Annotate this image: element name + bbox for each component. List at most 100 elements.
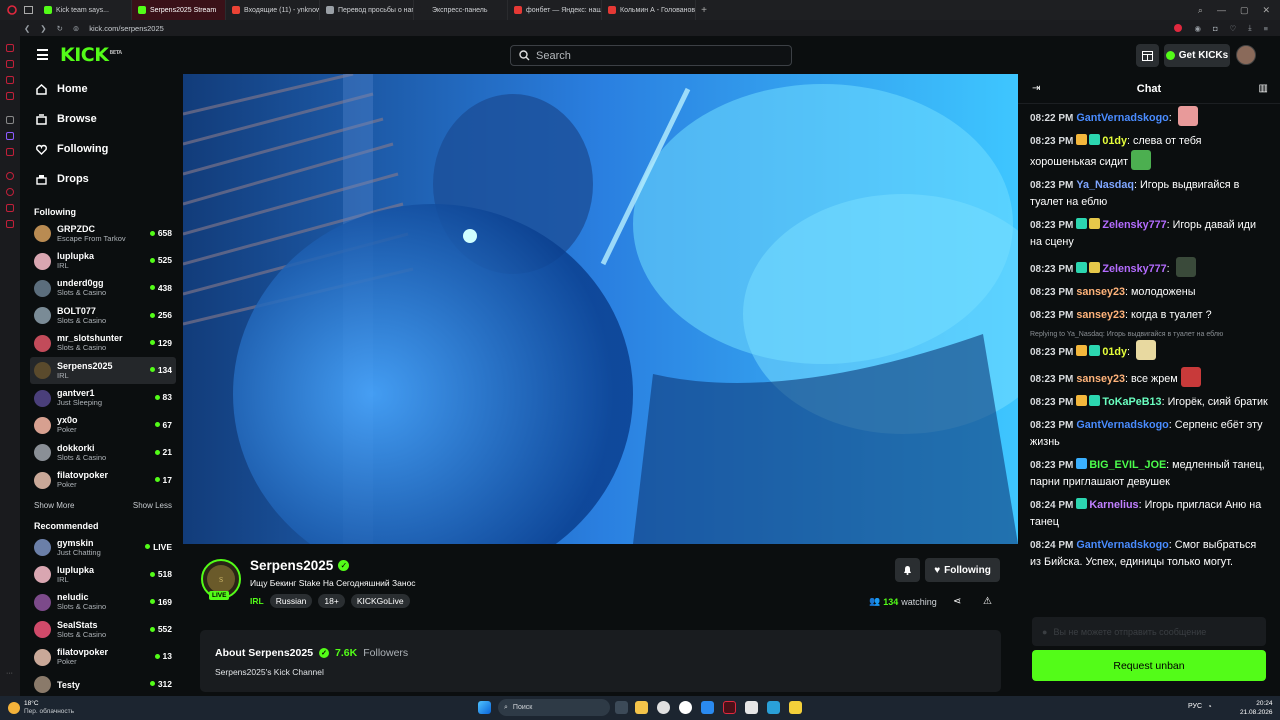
browser-tab[interactable]: Перевод просьбы о напи [320,0,414,20]
wifi-icon[interactable]: ◔ [1207,702,1212,711]
menu-icon[interactable]: ≡ [1264,24,1268,33]
following-channel[interactable]: GRPZDC Escape From Tarkov 658 [20,220,182,247]
message-username[interactable]: ToKaPeB13 [1102,396,1161,408]
back-icon[interactable]: ❮ [24,24,30,33]
taskbar-search[interactable]: ⌕ Поиск [498,699,610,716]
browser-tab[interactable]: Serpens2025 Stream [132,0,226,20]
file-explorer-icon[interactable] [635,701,648,714]
instagram-icon[interactable] [6,60,14,68]
message-username[interactable]: GantVernadskogo [1076,112,1168,124]
extension-icon[interactable]: ◉ [1194,24,1201,33]
search-input[interactable]: Search [510,45,792,66]
following-channel[interactable]: luplupka IRL 525 [20,247,182,274]
recommended-channel[interactable]: neludic Slots & Casino 169 [20,589,182,616]
message-username[interactable]: sansey23 [1076,309,1125,321]
forward-icon[interactable]: ❯ [40,24,46,33]
browser-tab[interactable]: Экспресс-панель [414,0,508,20]
more-icon[interactable]: ··· [6,670,14,678]
following-channel[interactable]: filatovpoker Poker 17 [20,467,182,494]
message-username[interactable]: Karnelius [1089,499,1138,511]
player-icon[interactable] [6,204,14,212]
opera-taskbar-icon[interactable] [723,701,736,714]
message-username[interactable]: sansey23 [1076,286,1125,298]
nav-item-browse[interactable]: Browse [20,104,182,134]
wallet-icon[interactable] [6,220,14,228]
browser-tab[interactable]: Кольмин А - Голованов Г [602,0,696,20]
message-username[interactable]: GantVernadskogo [1076,539,1168,551]
tab-list-icon[interactable] [24,1,38,19]
app-icon-2[interactable] [789,701,802,714]
telegram-taskbar-icon[interactable] [767,701,780,714]
download-icon[interactable]: ⤓ [1248,23,1251,33]
chrome-icon[interactable] [657,701,670,714]
task-view-icon[interactable] [615,701,628,714]
message-username[interactable]: Zelensky777 [1102,219,1166,231]
show-less-button[interactable]: Show Less [133,501,172,510]
opera-menu-icon[interactable] [0,0,24,20]
kick-logo[interactable]: KICKBETA [60,44,122,66]
message-username[interactable]: sansey23 [1076,373,1125,385]
adblock-icon[interactable] [1174,24,1183,32]
weather-widget[interactable]: 18°C Пер. облачность [8,700,74,716]
browser-tab[interactable]: Kick team says... [38,0,132,20]
get-kicks-button[interactable]: Get KICKs [1164,44,1230,67]
recommended-channel[interactable]: Testy 312 [20,671,182,696]
video-player[interactable] [183,74,1018,544]
message-username[interactable]: Zelensky777 [1102,263,1166,275]
search-tabs-icon[interactable]: ⌕ [1198,5,1203,16]
notification-bell-button[interactable] [895,558,920,582]
whatsapp-icon[interactable] [6,76,14,84]
browser-tab[interactable]: Входящие (11) - ynknown [226,0,320,20]
clock-icon[interactable] [6,188,14,196]
camera-icon[interactable]: ◘ [1213,24,1218,33]
following-channel[interactable]: gantver1 Just Sleeping 83 [20,384,182,411]
message-username[interactable]: 01dy [1102,135,1127,147]
layout-button[interactable] [1136,44,1159,67]
show-more-button[interactable]: Show More [34,501,74,510]
site-info-icon[interactable]: ⊚ [73,24,79,33]
hamburger-menu-icon[interactable] [37,49,48,60]
request-unban-button[interactable]: Request unban [1032,650,1266,681]
following-channel[interactable]: mr_slotshunter Slots & Casino 129 [20,330,182,357]
message-username[interactable]: GantVernadskogo [1076,419,1168,431]
user-avatar[interactable] [1236,45,1256,65]
recommended-channel[interactable]: luplupka IRL 518 [20,561,182,588]
message-username[interactable]: Ya_Nasdaq [1076,179,1134,191]
history-icon[interactable] [6,172,14,180]
stream-tag[interactable]: Russian [269,594,313,608]
ai-icon[interactable] [6,116,14,124]
following-channel[interactable]: underd0gg Slots & Casino 438 [20,275,182,302]
clock[interactable]: 20:24 21.08.2026 [1240,699,1273,717]
following-channel[interactable]: Serpens2025 IRL 134 [30,356,176,385]
reload-icon[interactable]: ↻ [57,24,63,33]
following-channel[interactable]: BOLT077 Slots & Casino 256 [20,302,182,329]
category-link[interactable]: IRL [250,596,264,606]
chat-users-icon[interactable]: ▥ [1259,83,1268,94]
close-window-button[interactable]: ✕ [1262,5,1270,16]
following-channel[interactable]: dokkorki Slots & Casino 21 [20,439,182,466]
language-indicator[interactable]: РУС [1188,703,1202,710]
yandex-icon[interactable] [679,701,692,714]
following-button[interactable]: ♥ Following [925,558,1000,582]
share-icon[interactable]: ⋖ [953,596,961,607]
maximize-button[interactable]: ▢ [1240,5,1249,16]
x-icon[interactable] [6,148,14,156]
url-field[interactable]: kick.com/serpens2025 [89,24,164,33]
message-username[interactable]: 01dy [1102,346,1127,358]
recommended-channel[interactable]: SealStats Slots & Casino 552 [20,616,182,643]
following-channel[interactable]: yx0o Poker 67 [20,412,182,439]
channel-name[interactable]: Serpens2025 [250,558,333,573]
stream-tag[interactable]: 18+ [318,594,345,608]
messenger-icon[interactable] [6,44,14,52]
new-tab-button[interactable]: + [696,5,712,16]
stream-tag[interactable]: KICKGoLive [350,594,410,608]
collapse-chat-icon[interactable]: ⇥ [1032,83,1040,94]
telegram-icon[interactable] [6,92,14,100]
recommended-channel[interactable]: filatovpoker Poker 13 [20,643,182,670]
start-button[interactable] [478,701,491,714]
discord-icon[interactable] [6,132,14,140]
nav-item-drops[interactable]: Drops [20,164,182,194]
message-username[interactable]: BIG_EVIL_JOE [1089,459,1166,471]
nav-item-following[interactable]: Following [20,134,182,164]
browser-tab[interactable]: фонбет — Яндекс: нашлос [508,0,602,20]
